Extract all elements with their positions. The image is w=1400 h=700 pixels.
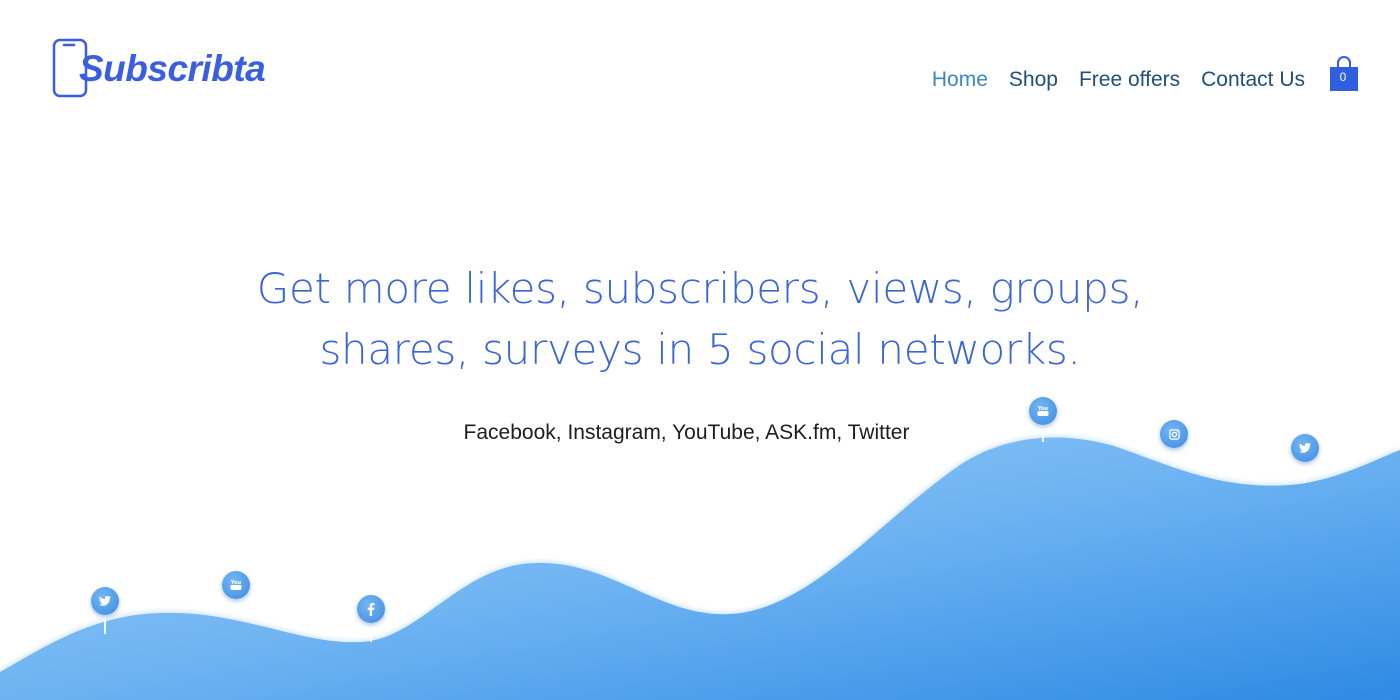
youtube-icon: You — [1037, 406, 1049, 416]
social-marker-youtube[interactable]: You — [222, 571, 250, 599]
facebook-icon — [367, 602, 375, 616]
marker-stem — [104, 614, 106, 634]
wave-shape — [0, 437, 1400, 700]
youtube-icon: You — [230, 580, 242, 590]
social-marker-twitter[interactable] — [91, 587, 119, 615]
hero-headline: Get more likes, subscribers, views, grou… — [0, 258, 1400, 380]
marker-stem — [370, 622, 372, 642]
twitter-icon — [99, 596, 111, 606]
supported-networks-text: Facebook, Instagram, YouTube, ASK.fm, Tw… — [463, 421, 910, 444]
marker-stem — [1173, 447, 1175, 467]
social-marker-facebook[interactable] — [357, 595, 385, 623]
hero-headline-line-2: shares, surveys in 5 social networks. — [319, 325, 1081, 374]
marker-stem — [1304, 461, 1306, 483]
hero-headline-line-1: Get more likes, subscribers, views, grou… — [256, 264, 1144, 313]
